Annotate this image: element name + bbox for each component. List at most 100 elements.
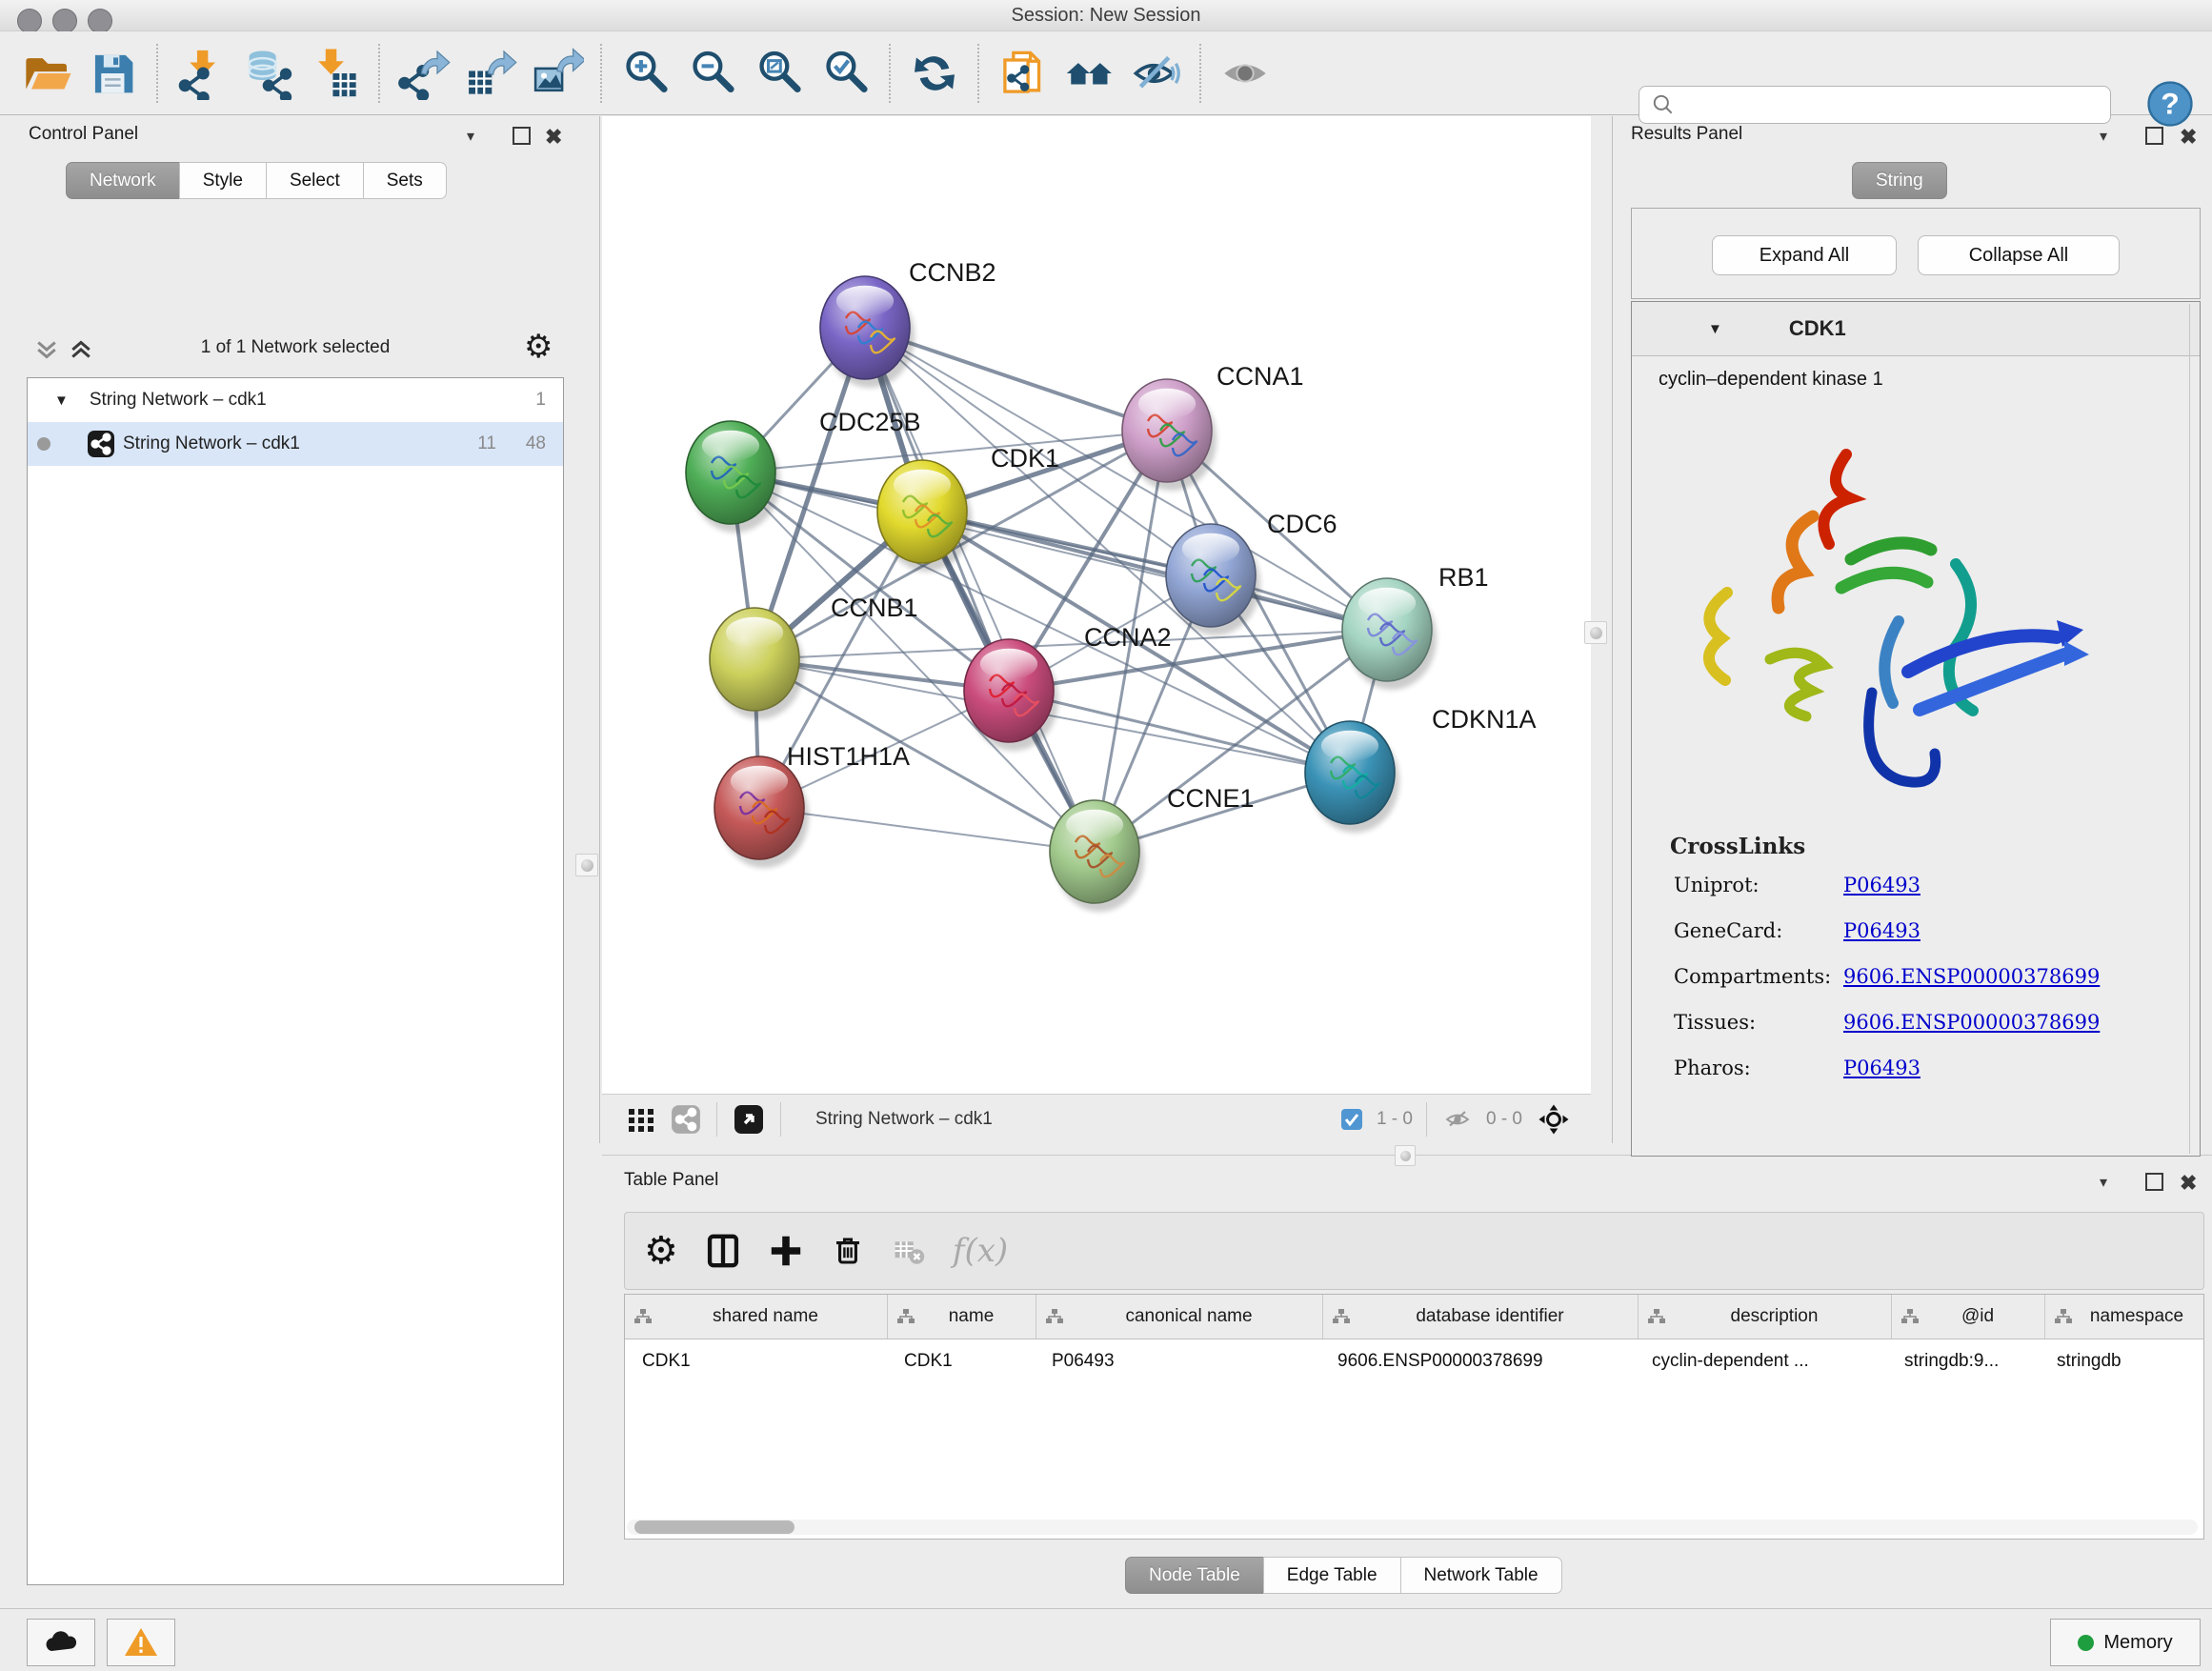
- column-header-name[interactable]: name: [888, 1295, 1036, 1339]
- crosslink-link[interactable]: P06493: [1843, 874, 1920, 896]
- expand-all-button[interactable]: Expand All: [1712, 235, 1897, 275]
- node-section-header[interactable]: ▼ CDK1: [1632, 302, 2200, 356]
- collapse-all-icon[interactable]: [32, 335, 61, 364]
- cloud-button[interactable]: [27, 1619, 95, 1666]
- first-neighbors-icon[interactable]: [1062, 42, 1117, 105]
- table-cell[interactable]: 9606.ENSP00000378699: [1320, 1339, 1635, 1383]
- table-row[interactable]: CDK1CDK1P064939606.ENSP00000378699cyclin…: [625, 1339, 2203, 1383]
- table-panel-float-icon[interactable]: [2145, 1173, 2163, 1196]
- table-cell[interactable]: P06493: [1035, 1339, 1320, 1383]
- edge-CCNB2-CCNE1[interactable]: [865, 328, 1095, 852]
- warnings-button[interactable]: [107, 1619, 175, 1666]
- right-splitter[interactable]: [1612, 116, 1613, 1143]
- show-hidden-icon[interactable]: [1217, 42, 1273, 105]
- section-expander-icon[interactable]: ▼: [1708, 321, 1722, 337]
- tab-select[interactable]: Select: [266, 162, 364, 199]
- expand-all-icon[interactable]: [67, 335, 95, 364]
- import-network-from-file-icon[interactable]: [174, 42, 230, 105]
- zoom-in-icon[interactable]: [618, 42, 674, 105]
- node-CCNE1[interactable]: CCNE1: [1050, 784, 1255, 912]
- zoom-out-icon[interactable]: [685, 42, 740, 105]
- crosslink-link[interactable]: P06493: [1843, 919, 1920, 942]
- right-splitter-handle[interactable]: [1584, 621, 1607, 644]
- table-options-gear-icon[interactable]: ⚙: [644, 1232, 678, 1270]
- column-header-database-identifier[interactable]: database identifier: [1323, 1295, 1639, 1339]
- save-session-icon[interactable]: [86, 42, 141, 105]
- grid-view-icon[interactable]: [627, 1105, 655, 1134]
- network-row[interactable]: String Network – cdk1 11 48: [28, 422, 563, 466]
- node-HIST1H1A[interactable]: HIST1H1A: [714, 742, 910, 868]
- add-column-icon[interactable]: [768, 1233, 804, 1269]
- column-header-namespace[interactable]: namespace: [2045, 1295, 2204, 1339]
- table-cell[interactable]: cyclin-dependent ...: [1635, 1339, 1887, 1383]
- table-cell[interactable]: CDK1: [887, 1339, 1035, 1383]
- string-view-icon[interactable]: [671, 1104, 701, 1135]
- crosslink-link[interactable]: 9606.ENSP00000378699: [1843, 965, 2100, 988]
- column-header-shared-name[interactable]: shared name: [625, 1295, 888, 1339]
- zoom-fit-icon[interactable]: [752, 42, 807, 105]
- network-collection-row[interactable]: ▼ String Network – cdk1 1: [28, 378, 563, 422]
- fit-selected-crosshair-icon[interactable]: [1536, 1101, 1572, 1137]
- table-panel-close-icon[interactable]: ✖: [2180, 1171, 2197, 1196]
- column-header-description[interactable]: description: [1639, 1295, 1892, 1339]
- crosslink-link[interactable]: 9606.ENSP00000378699: [1843, 1011, 2100, 1034]
- open-session-icon[interactable]: [19, 42, 74, 105]
- crosslink-link[interactable]: P06493: [1843, 1057, 1920, 1079]
- left-splitter-handle[interactable]: [575, 854, 598, 876]
- collection-expander-icon[interactable]: ▼: [54, 393, 69, 409]
- selected-checkbox-icon[interactable]: [1340, 1108, 1363, 1131]
- table-panel-collapse-icon[interactable]: ▾: [2100, 1173, 2107, 1192]
- network-options-gear-icon[interactable]: ⚙: [524, 328, 553, 366]
- export-table-icon[interactable]: [463, 42, 518, 105]
- import-network-from-database-icon[interactable]: [241, 42, 296, 105]
- search-input[interactable]: [1681, 90, 2110, 120]
- clone-network-icon[interactable]: [995, 42, 1051, 105]
- node-CCNA2[interactable]: CCNA2: [964, 623, 1172, 751]
- table-hscrollbar-thumb[interactable]: [634, 1520, 794, 1534]
- delete-column-trash-icon[interactable]: [831, 1234, 865, 1268]
- tab-network[interactable]: Network: [66, 162, 180, 199]
- node-CDC6[interactable]: CDC6: [1166, 510, 1337, 635]
- table-hscrollbar[interactable]: [627, 1520, 2198, 1535]
- control-panel-collapse-icon[interactable]: ▾: [467, 127, 474, 146]
- left-splitter[interactable]: [599, 116, 600, 1143]
- table-cell[interactable]: stringdb:9...: [1887, 1339, 2040, 1383]
- refresh-layout-icon[interactable]: [907, 42, 962, 105]
- hide-selected-icon[interactable]: [1129, 42, 1184, 105]
- search-box[interactable]: [1639, 86, 2111, 124]
- results-panel-collapse-icon[interactable]: ▾: [2100, 127, 2107, 146]
- tab-style[interactable]: Style: [179, 162, 267, 199]
- edge-HIST1H1A-CCNE1[interactable]: [759, 808, 1095, 852]
- birds-eye-view-icon[interactable]: [733, 1103, 765, 1136]
- export-network-icon[interactable]: [396, 42, 452, 105]
- node-CDKN1A[interactable]: CDKN1A: [1305, 705, 1537, 833]
- zoom-selected-icon[interactable]: [818, 42, 874, 105]
- results-buttons-box: Expand All Collapse All: [1631, 208, 2201, 299]
- edge-CCNA2-CDKN1A[interactable]: [1009, 691, 1350, 773]
- show-columns-icon[interactable]: [705, 1233, 741, 1269]
- column-header-canonical-name[interactable]: canonical name: [1036, 1295, 1323, 1339]
- results-panel-close-icon[interactable]: ✖: [2180, 125, 2197, 150]
- results-panel-float-icon[interactable]: [2145, 127, 2163, 150]
- table-cell[interactable]: CDK1: [625, 1339, 887, 1383]
- node-RB1[interactable]: RB1: [1342, 563, 1489, 690]
- cloud-icon: [42, 1628, 80, 1657]
- control-panel-close-icon[interactable]: ✖: [545, 125, 562, 150]
- tab-sets[interactable]: Sets: [363, 162, 447, 199]
- tab-node-table[interactable]: Node Table: [1125, 1557, 1264, 1594]
- column-header-id[interactable]: @id: [1892, 1295, 2045, 1339]
- hidden-eye-icon[interactable]: [1442, 1104, 1473, 1135]
- memory-button[interactable]: Memory: [2050, 1619, 2201, 1666]
- tab-edge-table[interactable]: Edge Table: [1263, 1557, 1401, 1594]
- export-image-icon[interactable]: [530, 42, 585, 105]
- results-scrollbar-track[interactable]: [2189, 304, 2190, 1154]
- collapse-all-button[interactable]: Collapse All: [1918, 235, 2120, 275]
- network-canvas[interactable]: CCNB2 CCNA1 CDC25B CDK1 CDC6: [602, 116, 1591, 1094]
- tab-string[interactable]: String: [1852, 162, 1947, 199]
- tab-network-table[interactable]: Network Table: [1400, 1557, 1562, 1594]
- import-table-from-file-icon[interactable]: [308, 42, 363, 105]
- table-cell[interactable]: stringdb: [2040, 1339, 2203, 1383]
- network-graph[interactable]: CCNB2 CCNA1 CDC25B CDK1 CDC6: [602, 116, 1591, 1094]
- bottom-splitter-handle[interactable]: [1395, 1145, 1416, 1166]
- control-panel-float-icon[interactable]: [513, 127, 531, 150]
